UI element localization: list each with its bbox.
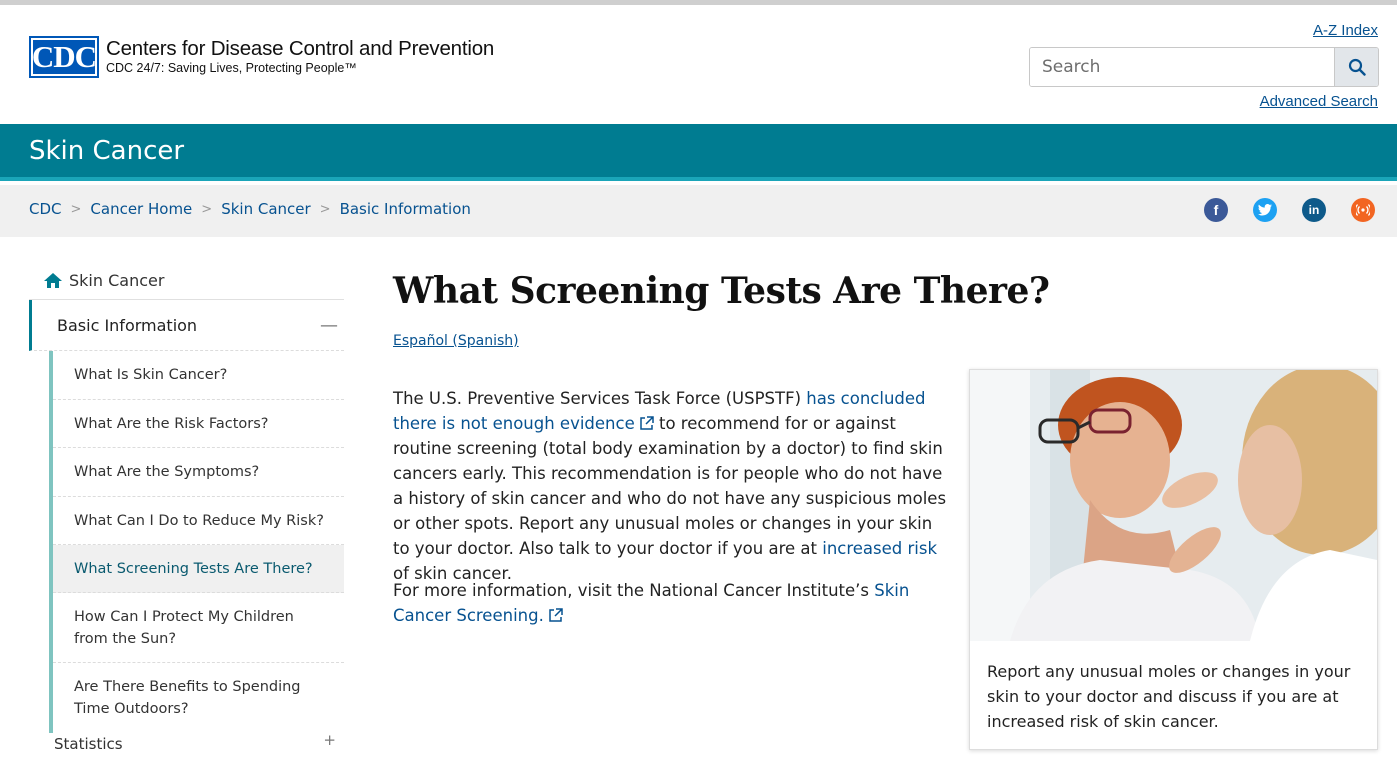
top-border (0, 0, 1397, 9)
linkedin-icon[interactable]: in (1302, 198, 1326, 222)
breadcrumb-skin-cancer[interactable]: Skin Cancer (221, 200, 310, 218)
sidenav-statistics-label: Statistics (54, 735, 123, 753)
sidenav-item-risk-factors[interactable]: What Are the Risk Factors? (53, 400, 344, 448)
site-title[interactable]: Skin Cancer (29, 136, 184, 166)
external-link-icon (549, 608, 563, 622)
twitter-icon[interactable] (1253, 198, 1277, 222)
breadcrumb-basic-information[interactable]: Basic Information (340, 200, 471, 218)
search-form (1029, 47, 1379, 87)
syndicate-icon[interactable] (1351, 198, 1375, 222)
paragraph-1-text-b: to recommend for or against routine scre… (393, 414, 947, 558)
search-input[interactable] (1030, 48, 1334, 86)
sidenav-section-label: Basic Information (57, 315, 198, 335)
sidenav-item-symptoms[interactable]: What Are the Symptoms? (53, 448, 344, 497)
external-link-icon (639, 416, 654, 430)
cdc-logo-mark: CDC (29, 36, 99, 78)
tagline: CDC 24/7: Saving Lives, Protecting Peopl… (106, 61, 357, 75)
paragraph-2: For more information, visit the National… (393, 578, 953, 628)
sidenav-sublist: What Is Skin Cancer? What Are the Risk F… (49, 351, 344, 733)
cdc-logo[interactable]: CDC Centers for Disease Control and Prev… (29, 36, 494, 78)
search-icon (1348, 58, 1366, 76)
page-title: What Screening Tests Are There? (393, 270, 1050, 312)
sidenav-item-benefits-outdoors[interactable]: Are There Benefits to Spending Time Outd… (53, 663, 344, 733)
org-name: Centers for Disease Control and Preventi… (106, 37, 495, 60)
expand-icon[interactable]: + (323, 731, 336, 749)
site-banner: Skin Cancer (0, 124, 1397, 181)
breadcrumb-cancer-home[interactable]: Cancer Home (90, 200, 192, 218)
home-icon (44, 273, 62, 288)
spanish-language-link[interactable]: Español (Spanish) (393, 333, 519, 349)
paragraph-2-text-a: For more information, visit the National… (393, 581, 875, 600)
site-header: CDC Centers for Disease Control and Prev… (0, 9, 1397, 124)
az-index-link[interactable]: A-Z Index (1313, 22, 1378, 39)
breadcrumb: CDC > Cancer Home > Skin Cancer > Basic … (29, 200, 471, 218)
image-caption: Report any unusual moles or changes in y… (987, 662, 1351, 731)
side-navigation: Skin Cancer Basic Information — What Is … (29, 262, 344, 755)
breadcrumb-bar: CDC > Cancer Home > Skin Cancer > Basic … (0, 185, 1397, 237)
collapse-icon[interactable]: — (320, 315, 338, 336)
sidenav-item-reduce-risk[interactable]: What Can I Do to Reduce My Risk? (53, 497, 344, 545)
breadcrumb-separator: > (70, 201, 82, 217)
sidenav-section-basic-information[interactable]: Basic Information — (29, 300, 344, 351)
sidenav-item-what-is-skin-cancer[interactable]: What Is Skin Cancer? (53, 351, 344, 400)
main-content: What Screening Tests Are There? Español … (393, 270, 1383, 349)
breadcrumb-separator: > (201, 201, 213, 217)
advanced-search-link[interactable]: Advanced Search (1260, 93, 1378, 110)
sidenav-item-screening-tests[interactable]: What Screening Tests Are There? (53, 545, 344, 593)
paragraph-1-text-a: The U.S. Preventive Services Task Force … (393, 389, 807, 408)
doctor-examining-patient-photo (970, 370, 1377, 641)
logo-text: Centers for Disease Control and Preventi… (106, 38, 494, 76)
sidenav-item-protect-children[interactable]: How Can I Protect My Children from the S… (53, 593, 344, 663)
paragraph-1: The U.S. Preventive Services Task Force … (393, 386, 953, 586)
sidenav-home[interactable]: Skin Cancer (29, 262, 344, 300)
sidenav-home-label: Skin Cancer (69, 271, 165, 290)
feature-image-card: Report any unusual moles or changes in y… (969, 369, 1378, 750)
breadcrumb-separator: > (319, 201, 331, 217)
breadcrumb-cdc[interactable]: CDC (29, 200, 62, 218)
facebook-icon[interactable]: f (1204, 198, 1228, 222)
sidenav-section-statistics[interactable]: Statistics + (29, 731, 344, 755)
increased-risk-link[interactable]: increased risk (822, 539, 937, 558)
search-button[interactable] (1334, 48, 1378, 86)
